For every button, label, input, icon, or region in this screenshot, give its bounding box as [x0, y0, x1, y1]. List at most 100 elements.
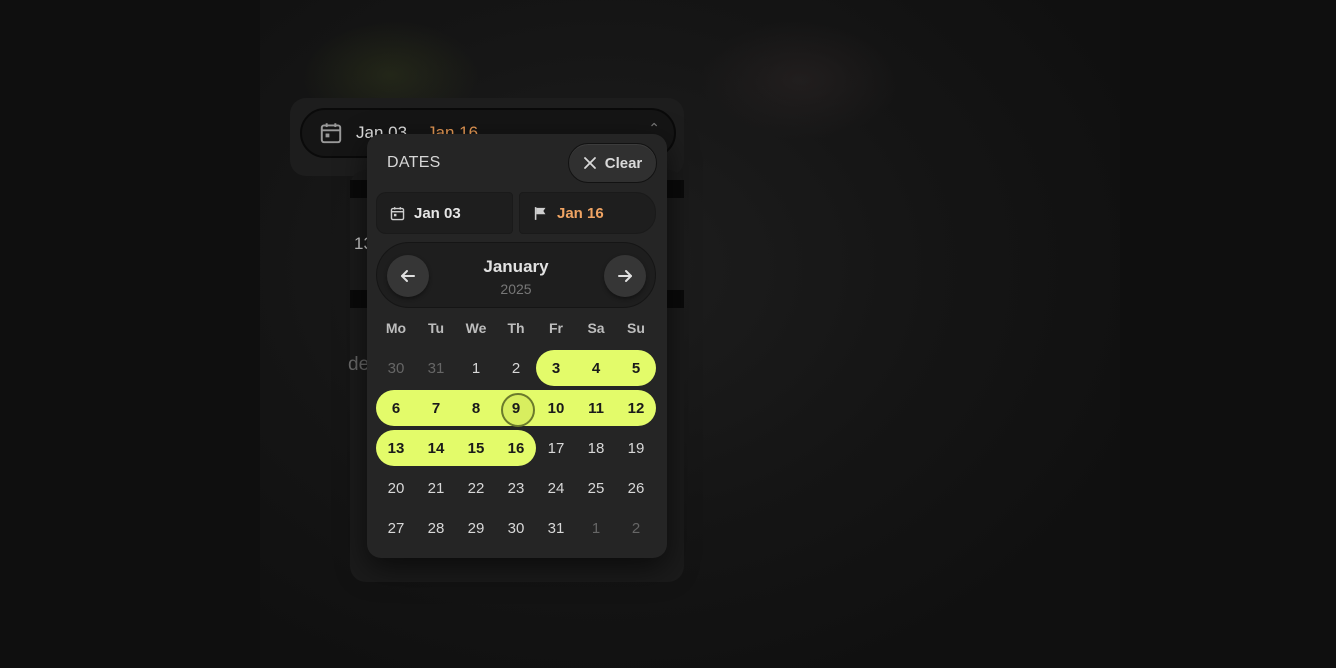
weekday-label: Tu — [427, 320, 445, 336]
calendar-day-number: 26 — [627, 479, 645, 497]
calendar-day[interactable]: 11 — [576, 390, 616, 426]
calendar-day[interactable]: 1 — [576, 510, 616, 546]
calendar-day-number: 10 — [547, 399, 565, 417]
calendar-day-number: 13 — [387, 439, 405, 457]
arrow-right-icon — [618, 270, 632, 282]
calendar-day[interactable]: 10 — [536, 390, 576, 426]
calendar-day[interactable]: 22 — [456, 470, 496, 506]
calendar-day-number: 2 — [511, 359, 521, 377]
calendar-grid: 30 31 1 2 3 4 5 6 7 8 9 10 11 12 13 14 15 16 17 18 19 20 21 22 2… — [376, 350, 656, 550]
calendar-week: 13 14 15 16 17 18 19 — [376, 430, 656, 466]
next-month-button[interactable] — [604, 255, 646, 297]
calendar-day-number: 5 — [631, 359, 641, 377]
calendar-day[interactable]: 27 — [376, 510, 416, 546]
calendar-day[interactable]: 30 — [376, 350, 416, 386]
calendar-day[interactable]: 18 — [576, 430, 616, 466]
calendar-day-number: 28 — [427, 519, 445, 537]
calendar-day-number: 31 — [427, 359, 445, 377]
calendar-week: 27 28 29 30 31 1 2 — [376, 510, 656, 546]
start-date-field[interactable]: Jan 03 — [376, 192, 513, 234]
calendar-day[interactable]: 2 — [496, 350, 536, 386]
close-icon — [583, 157, 596, 169]
calendar-day[interactable]: 2 — [616, 510, 656, 546]
calendar-day[interactable]: 30 — [496, 510, 536, 546]
calendar-day-number: 1 — [591, 519, 601, 537]
weekday-header: Mo Tu We Th Fr Sa Su — [376, 320, 656, 338]
calendar-day[interactable]: 5 — [616, 350, 656, 386]
calendar-day-number: 6 — [391, 399, 401, 417]
calendar-day-number: 23 — [507, 479, 525, 497]
back-fragment-text: de — [348, 354, 370, 375]
calendar-day[interactable]: 23 — [496, 470, 536, 506]
calendar-day[interactable]: 17 — [536, 430, 576, 466]
calendar-day[interactable]: 4 — [576, 350, 616, 386]
calendar-day-number: 4 — [591, 359, 601, 377]
calendar-icon — [320, 123, 342, 144]
date-fields: Jan 03 Jan 16 — [376, 192, 656, 234]
calendar-day-number: 25 — [587, 479, 605, 497]
calendar-day-number: 14 — [427, 439, 445, 457]
calendar-day[interactable]: 25 — [576, 470, 616, 506]
calendar-day-number: 15 — [467, 439, 485, 457]
calendar-icon — [390, 206, 405, 220]
calendar-day-number: 22 — [467, 479, 485, 497]
calendar-day[interactable]: 20 — [376, 470, 416, 506]
calendar-day[interactable]: 19 — [616, 430, 656, 466]
calendar-day[interactable]: 26 — [616, 470, 656, 506]
calendar-day[interactable]: 31 — [536, 510, 576, 546]
clear-button-label: Clear — [604, 154, 643, 172]
calendar-day-number: 30 — [507, 519, 525, 537]
calendar-day[interactable]: 8 — [456, 390, 496, 426]
calendar-day-number: 30 — [387, 359, 405, 377]
calendar-day[interactable]: 16 — [496, 430, 536, 466]
calendar-day-number: 1 — [471, 359, 481, 377]
calendar-day[interactable]: 29 — [456, 510, 496, 546]
calendar-day-number: 20 — [387, 479, 405, 497]
calendar-day-number: 12 — [627, 399, 645, 417]
flag-icon — [534, 206, 546, 220]
calendar-day-number: 21 — [427, 479, 445, 497]
date-picker-popover: DATES Clear Jan 03 Jan 16 January 2025 M… — [367, 134, 667, 558]
weekday-label: Sa — [587, 320, 605, 336]
calendar-day[interactable]: 28 — [416, 510, 456, 546]
calendar-day-number: 2 — [631, 519, 641, 537]
weekday-label: Fr — [549, 320, 563, 336]
calendar-day[interactable]: 15 — [456, 430, 496, 466]
background-glow — [700, 20, 900, 140]
clear-button[interactable]: Clear — [568, 143, 657, 183]
end-date-field[interactable]: Jan 16 — [519, 192, 656, 234]
calendar-day[interactable]: 31 — [416, 350, 456, 386]
weekday-label: We — [465, 320, 487, 336]
popover-title: DATES — [387, 154, 441, 171]
calendar-day-number: 19 — [627, 439, 645, 457]
weekday-label: Su — [627, 320, 645, 336]
calendar-day[interactable]: 1 — [456, 350, 496, 386]
calendar-day-number: 18 — [587, 439, 605, 457]
weekday-label: Th — [507, 320, 525, 336]
calendar-day-today[interactable]: 9 — [496, 390, 536, 427]
calendar-day-number: 29 — [467, 519, 485, 537]
calendar-day[interactable]: 21 — [416, 470, 456, 506]
calendar-day-number: 27 — [387, 519, 405, 537]
weekday-label: Mo — [385, 320, 407, 336]
calendar-day-number: 24 — [547, 479, 565, 497]
calendar-day-number: 7 — [431, 399, 441, 417]
calendar-week: 20 21 22 23 24 25 26 — [376, 470, 656, 506]
start-date-value: Jan 03 — [414, 204, 461, 222]
calendar-day-number: 3 — [551, 359, 561, 377]
calendar-day-number: 17 — [547, 439, 565, 457]
calendar-week: 6 7 8 9 10 11 12 — [376, 390, 656, 427]
calendar-day[interactable]: 24 — [536, 470, 576, 506]
calendar-day[interactable]: 14 — [416, 430, 456, 466]
calendar-day-number: 16 — [507, 439, 525, 457]
calendar-day-number: 9 — [511, 399, 521, 417]
calendar-day-number: 8 — [471, 399, 481, 417]
calendar-day[interactable]: 12 — [616, 390, 656, 426]
calendar-day[interactable]: 6 — [376, 390, 416, 426]
calendar-week: 30 31 1 2 3 4 5 — [376, 350, 656, 386]
calendar-day-number: 31 — [547, 519, 565, 537]
calendar-day[interactable]: 7 — [416, 390, 456, 426]
end-date-value: Jan 16 — [557, 204, 604, 222]
calendar-day[interactable]: 3 — [536, 350, 576, 386]
calendar-day[interactable]: 13 — [376, 430, 416, 466]
